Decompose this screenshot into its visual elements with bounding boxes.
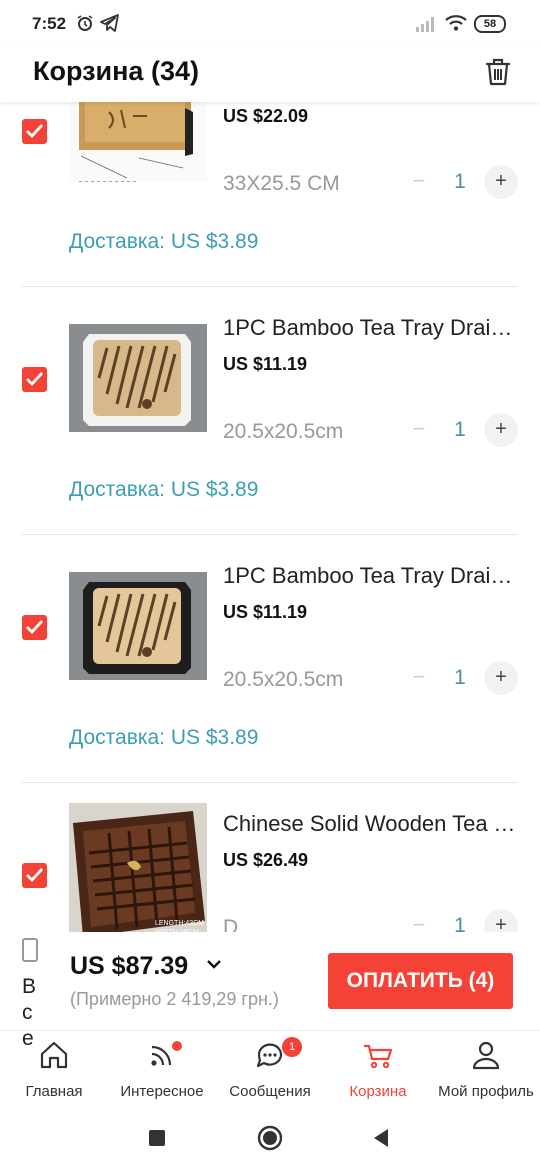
page-title: Корзина (34) <box>33 56 199 86</box>
nav-label: Интересное <box>120 1083 204 1100</box>
item-price: US $26.49 <box>223 850 309 870</box>
item-shipping: Доставка: US $3.89 <box>69 726 259 749</box>
quantity-increase-button[interactable]: + <box>484 165 518 199</box>
nav-item-cart[interactable]: Корзина <box>324 1031 432 1107</box>
nav-label: Корзина <box>349 1083 407 1100</box>
item-sku[interactable]: 20.5x20.5cm <box>223 668 343 692</box>
recents-icon[interactable] <box>148 1129 166 1147</box>
nav-item-feed[interactable]: Интересное <box>108 1031 216 1107</box>
pay-button[interactable]: ОПЛАТИТЬ (4) <box>328 953 513 1009</box>
quantity-increase-button[interactable]: + <box>484 909 518 932</box>
item-checkbox[interactable] <box>22 615 47 640</box>
item-price: US $11.19 <box>223 354 308 374</box>
item-sku[interactable]: 33X25.5 CM <box>223 172 340 196</box>
messages-icon <box>256 1043 283 1068</box>
profile-icon <box>472 1041 500 1070</box>
system-nav-bar <box>0 1106 540 1170</box>
select-all-label[interactable]: Все <box>22 974 44 1052</box>
product-image[interactable] <box>69 572 207 680</box>
home-button-icon[interactable] <box>257 1125 283 1151</box>
battery-indicator: 58 <box>474 15 506 33</box>
product-image[interactable] <box>69 324 207 432</box>
signal-icon <box>416 17 434 32</box>
cart-item: US $22.09 33X25.5 CM − 1 + Доставка: US … <box>0 102 540 286</box>
product-image[interactable] <box>69 102 207 182</box>
quantity-decrease-button[interactable]: − <box>402 165 436 199</box>
trash-icon <box>485 58 511 86</box>
total-price[interactable]: US $87.39 <box>70 952 188 981</box>
quantity-decrease-button[interactable]: − <box>402 413 436 447</box>
item-checkbox[interactable] <box>22 863 47 888</box>
item-shipping: Доставка: US $3.89 <box>69 478 259 501</box>
telegram-icon <box>100 14 119 32</box>
checkout-bar: Все US $87.39 (Примерно 2 419,29 грн.) О… <box>0 932 540 1050</box>
item-checkbox[interactable] <box>22 119 47 144</box>
item-quantity[interactable]: 1 <box>440 666 480 690</box>
item-sku[interactable]: 20.5x20.5cm <box>223 420 343 444</box>
cart-item: 1PC Bamboo Tea Tray Drainage Water Stora… <box>0 535 540 782</box>
page-header: Корзина (34) <box>0 48 540 102</box>
delete-button[interactable] <box>478 52 518 92</box>
svg-text:LENGTH:43CM: LENGTH:43CM <box>155 920 204 927</box>
nav-label: Мой профиль <box>438 1083 534 1100</box>
chevron-down-icon[interactable] <box>206 958 222 970</box>
item-quantity[interactable]: 1 <box>440 914 480 932</box>
alarm-icon <box>77 15 93 31</box>
status-bar: 7:52 58 <box>0 0 540 48</box>
item-quantity[interactable]: 1 <box>440 418 480 442</box>
cart-list: US $22.09 33X25.5 CM − 1 + Доставка: US … <box>0 102 540 932</box>
cart-item: LENGTH:43CM WIDTH:28CM Chinese Solid Woo… <box>0 783 540 932</box>
item-title[interactable]: Chinese Solid Wooden Tea Tray <box>223 811 523 837</box>
item-checkbox[interactable] <box>22 367 47 392</box>
cart-item: 1PC Bamboo Tea Tray Drainage Water Stora… <box>0 287 540 534</box>
nav-label: Сообщения <box>229 1083 311 1100</box>
item-title[interactable]: 1PC Bamboo Tea Tray Drainage Water Stora… <box>223 315 523 341</box>
wifi-icon <box>445 15 467 31</box>
quantity-increase-button[interactable]: + <box>484 661 518 695</box>
notification-dot <box>172 1041 182 1051</box>
item-sku[interactable]: D <box>223 916 238 932</box>
item-shipping: Доставка: US $3.89 <box>69 230 259 253</box>
quantity-increase-button[interactable]: + <box>484 413 518 447</box>
status-time: 7:52 <box>32 14 67 33</box>
bottom-nav: Главная Интересное 1 Сообщения Корзина М… <box>0 1030 540 1106</box>
cart-icon <box>364 1044 393 1069</box>
nav-item-home[interactable]: Главная <box>0 1031 108 1107</box>
back-icon[interactable] <box>372 1128 390 1148</box>
quantity-decrease-button[interactable]: − <box>402 909 436 932</box>
quantity-decrease-button[interactable]: − <box>402 661 436 695</box>
item-quantity[interactable]: 1 <box>440 170 480 194</box>
nav-item-profile[interactable]: Мой профиль <box>432 1031 540 1107</box>
nav-item-messages[interactable]: 1 Сообщения <box>216 1031 324 1107</box>
message-badge: 1 <box>282 1037 302 1057</box>
item-price: US $22.09 <box>223 106 309 126</box>
item-title[interactable]: 1PC Bamboo Tea Tray Drainage Water Stora… <box>223 563 523 589</box>
select-all-checkbox[interactable] <box>22 938 38 962</box>
approx-total: (Примерно 2 419,29 грн.) <box>70 989 279 1009</box>
product-image[interactable]: LENGTH:43CM WIDTH:28CM <box>69 803 207 932</box>
item-price: US $11.19 <box>223 602 308 622</box>
nav-label: Главная <box>25 1083 83 1100</box>
